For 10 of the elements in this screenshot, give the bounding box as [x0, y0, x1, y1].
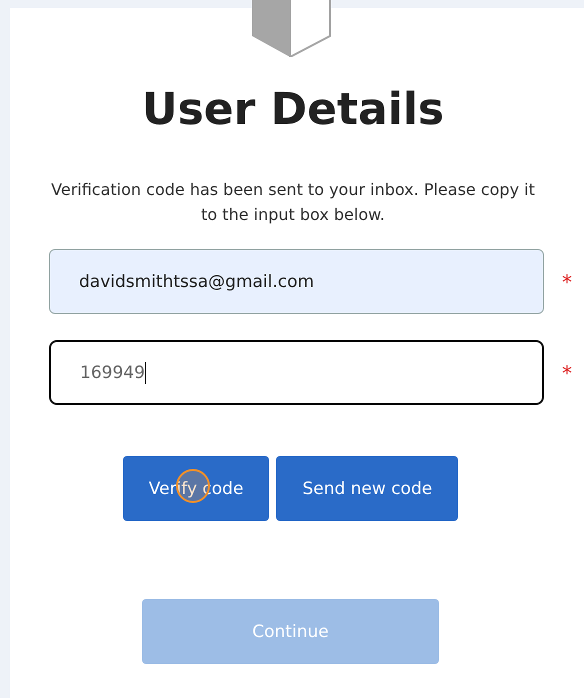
required-mark: *	[562, 360, 572, 384]
instruction-text: Verification code has been sent to your inbox. Please copy it to the input box below.	[50, 179, 536, 226]
send-new-code-button[interactable]: Send new code	[276, 456, 458, 521]
field-value: davidsmithtssa@gmail.com	[79, 272, 314, 292]
required-mark: *	[562, 270, 572, 294]
field-value: 169949	[80, 362, 145, 382]
page-title: User Details	[142, 84, 444, 135]
email-field[interactable]: davidsmithtssa@gmail.com	[49, 249, 544, 314]
text-cursor	[144, 362, 146, 384]
code-field[interactable]: 169949	[49, 340, 544, 405]
